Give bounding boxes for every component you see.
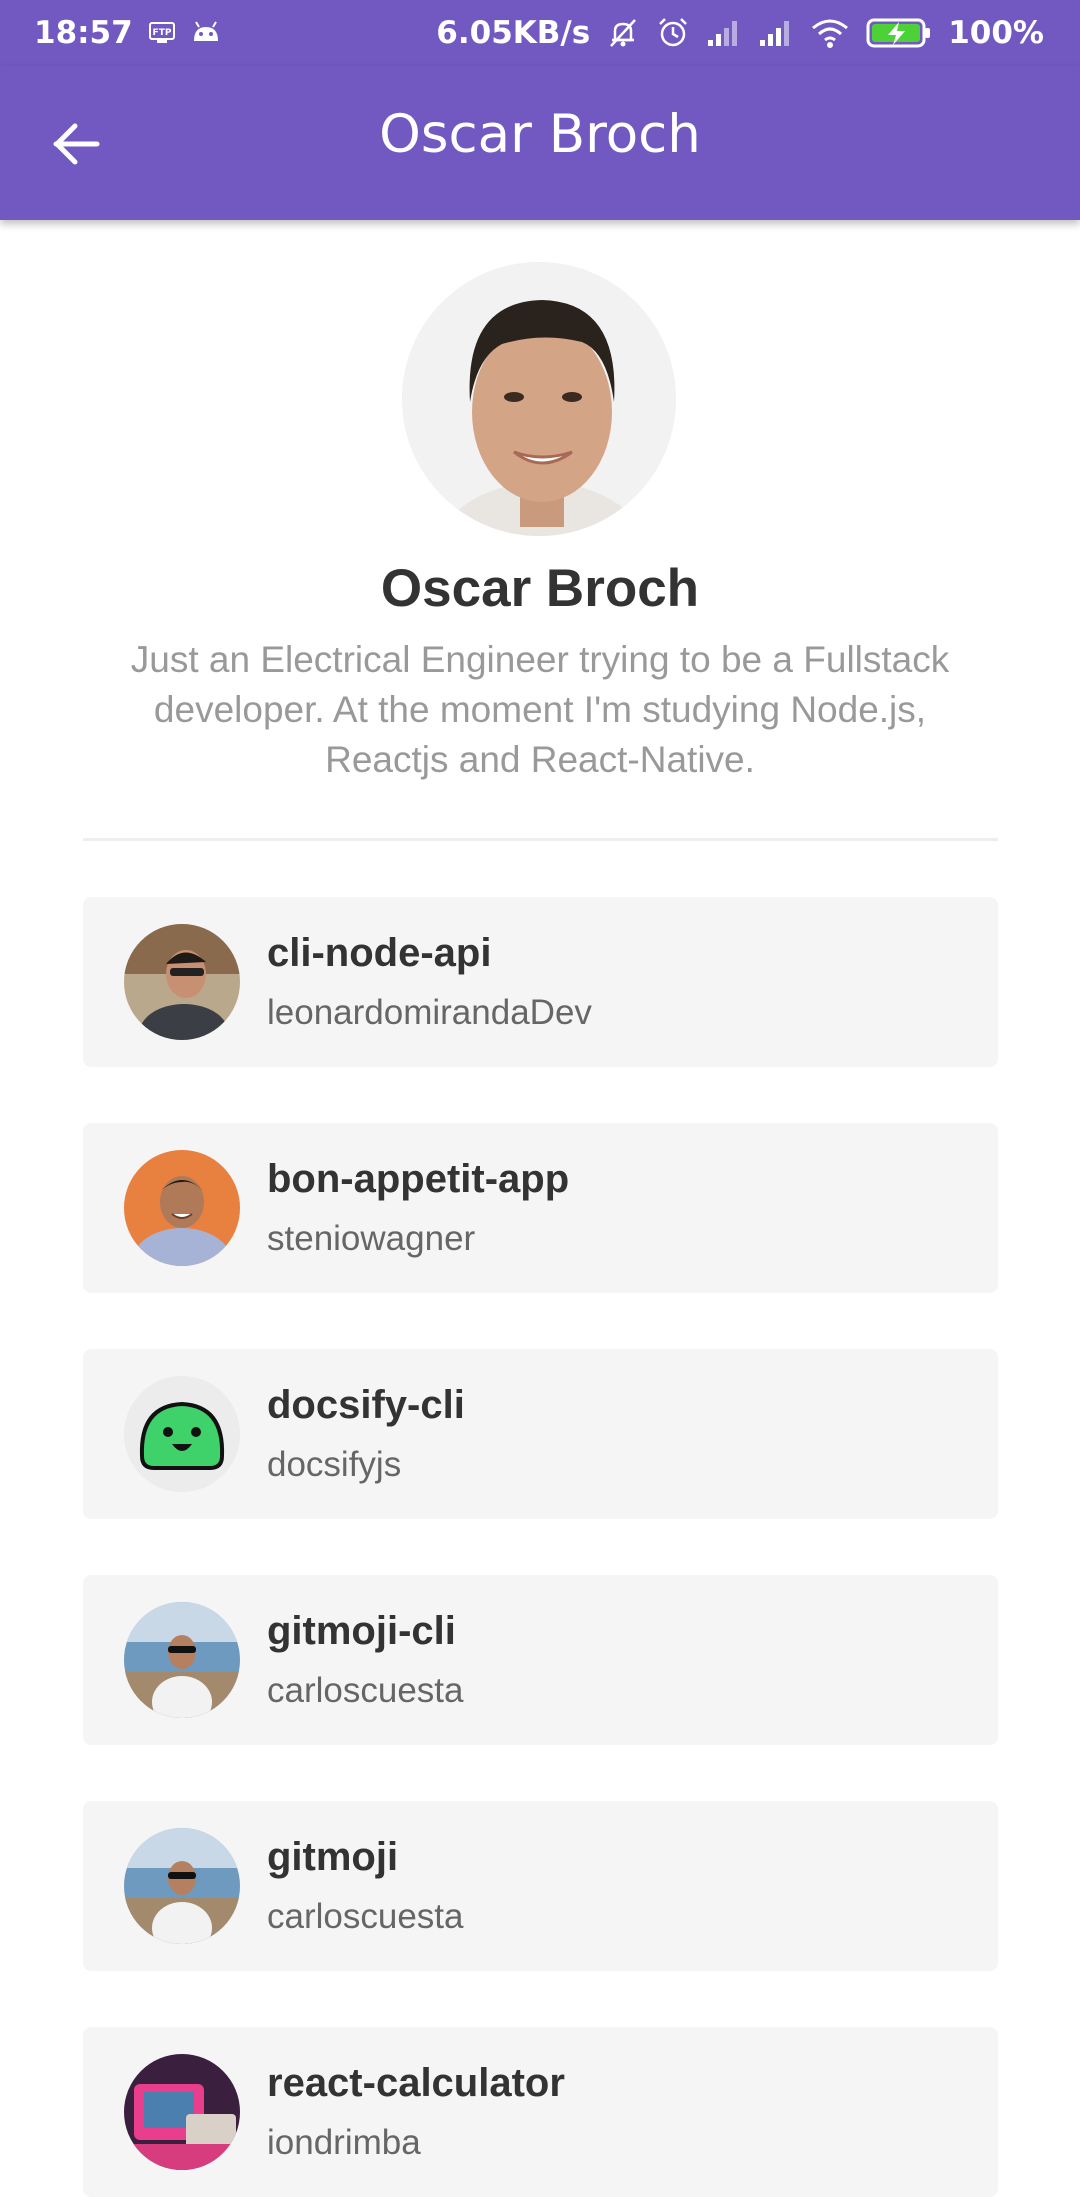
repo-name: react-calculator <box>267 2061 565 2105</box>
signal-icon <box>758 18 794 48</box>
battery-charging-icon <box>866 17 932 49</box>
list-item[interactable]: gitmoji-cli carloscuesta <box>83 1575 998 1745</box>
repo-owner: leonardomirandaDev <box>267 993 592 1032</box>
list-item[interactable]: react-calculator iondrimba <box>83 2027 998 2197</box>
avatar <box>124 1150 240 1266</box>
divider <box>83 838 998 841</box>
repo-name: gitmoji <box>267 1835 399 1879</box>
repo-owner: carloscuesta <box>267 1671 464 1710</box>
alarm-icon <box>656 16 690 50</box>
avatar <box>124 1376 240 1492</box>
list-item[interactable]: cli-node-api leonardomirandaDev <box>83 897 998 1067</box>
battery-level: 100% <box>948 15 1044 51</box>
profile-bio: Just an Electrical Engineer trying to be… <box>130 639 950 780</box>
network-speed: 6.05KB/s <box>436 15 591 51</box>
avatar <box>124 1602 240 1718</box>
avatar <box>402 262 676 536</box>
signal-icon <box>706 18 742 48</box>
status-time: 18:57 <box>34 15 133 51</box>
list-item[interactable]: bon-appetit-app steniowagner <box>83 1123 998 1293</box>
list-item[interactable]: docsify-cli docsifyjs <box>83 1349 998 1519</box>
list-item[interactable]: gitmoji carloscuesta <box>83 1801 998 1971</box>
status-bar-left: 18:57 FTP <box>34 15 221 51</box>
repo-owner: docsifyjs <box>267 1445 402 1484</box>
status-bar-right: 6.05KB/s 100% <box>436 15 1044 51</box>
ftp-icon: FTP <box>148 22 175 44</box>
page-title: Oscar Broch <box>379 104 701 165</box>
repo-name: cli-node-api <box>267 931 492 975</box>
wifi-icon <box>810 17 850 49</box>
android-debug-icon <box>191 21 221 45</box>
repo-owner: carloscuesta <box>267 1897 464 1936</box>
app-bar: Oscar Broch <box>0 66 1080 220</box>
repo-name: bon-appetit-app <box>267 1157 570 1201</box>
mute-icon <box>606 16 640 50</box>
repo-owner: iondrimba <box>267 2123 421 2162</box>
svg-text:FTP: FTP <box>152 28 171 38</box>
repo-name: docsify-cli <box>267 1383 465 1427</box>
avatar <box>124 2054 240 2170</box>
repo-owner: steniowagner <box>267 1219 476 1258</box>
repo-name: gitmoji-cli <box>267 1609 456 1653</box>
status-bar: 18:57 FTP 6.05KB/s 100% <box>0 0 1080 66</box>
avatar <box>124 924 240 1040</box>
profile-name: Oscar Broch <box>380 559 700 618</box>
avatar <box>124 1828 240 1944</box>
